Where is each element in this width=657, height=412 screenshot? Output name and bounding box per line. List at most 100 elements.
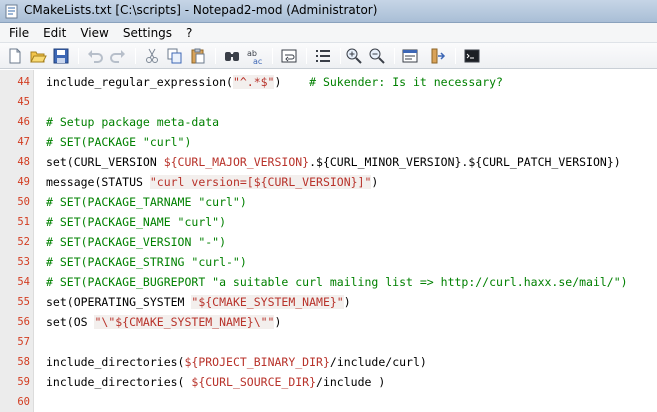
- toolbar: ab ac: [0, 43, 657, 69]
- menu-view[interactable]: View: [73, 24, 115, 42]
- zoom-in-icon[interactable]: [345, 47, 363, 65]
- code-line[interactable]: 52 # SET(PACKAGE_VERSION "-"): [0, 232, 657, 252]
- line-number: 53: [17, 256, 30, 268]
- zoom-out-icon[interactable]: [368, 47, 386, 65]
- code-token: # SET(PACKAGE_VERSION "-"): [46, 235, 227, 249]
- code-line[interactable]: 45: [0, 92, 657, 112]
- line-code: message(STATUS "curl version=[${CURL_VER…: [46, 172, 378, 192]
- paste-icon[interactable]: [189, 47, 207, 65]
- code-token: /include ): [316, 375, 386, 389]
- save-file-icon[interactable]: [52, 47, 70, 65]
- code-token: # SET(PACKAGE_TARNAME "curl"): [46, 195, 247, 209]
- line-number: 60: [17, 396, 30, 408]
- replace-icon[interactable]: ab ac: [246, 47, 264, 65]
- scheme-icon[interactable]: [401, 47, 419, 65]
- new-file-icon[interactable]: [6, 47, 24, 65]
- menu-help[interactable]: ?: [179, 24, 199, 42]
- find-icon[interactable]: [223, 47, 241, 65]
- code-line[interactable]: 48 set(CURL_VERSION ${CURL_MAJOR_VERSION}…: [0, 152, 657, 172]
- line-number: 50: [17, 196, 30, 208]
- code-editor[interactable]: 44 include_regular_expression("^.*$") # S…: [0, 70, 657, 412]
- code-token: # SET(PACKAGE_NAME "curl"): [46, 215, 227, 229]
- code-token: include_regular_expression(: [46, 75, 233, 89]
- line-code: # SET(PACKAGE "curl"): [46, 132, 191, 152]
- line-number: 58: [17, 356, 30, 368]
- code-token: ): [371, 175, 379, 189]
- line-code: include_directories(${PROJECT_BINARY_DIR…: [46, 352, 427, 372]
- line-number: 59: [17, 376, 30, 388]
- word-wrap-icon[interactable]: [280, 47, 298, 65]
- code-line[interactable]: 44 include_regular_expression("^.*$") # S…: [0, 72, 657, 92]
- line-code: # Setup package meta-data: [46, 112, 219, 132]
- code-line[interactable]: 54 # SET(PACKAGE_BUGREPORT "a suitable cu…: [0, 272, 657, 292]
- code-token: # Sukender: Is it necessary?: [309, 75, 503, 89]
- code-token: include_directories(: [46, 355, 185, 369]
- menu-edit[interactable]: Edit: [36, 24, 73, 42]
- code-line[interactable]: 49 message(STATUS "curl version=[${CURL_V…: [0, 172, 657, 192]
- line-code: set(OPERATING_SYSTEM "${CMAKE_SYSTEM_NAM…: [46, 292, 351, 312]
- code-token: ${CURL_SOURCE_DIR}: [191, 375, 317, 389]
- code-token: ${CURL_MAJOR_VERSION}: [163, 155, 310, 169]
- line-number: 47: [17, 136, 30, 148]
- code-line[interactable]: 57: [0, 332, 657, 352]
- title-bar[interactable]: CMakeLists.txt [C:\scripts] - Notepad2-m…: [0, 0, 657, 23]
- code-token: "${CMAKE_SYSTEM_NAME}": [191, 295, 344, 309]
- line-code: # SET(PACKAGE_BUGREPORT "a suitable curl…: [46, 272, 628, 292]
- line-number: 46: [17, 116, 30, 128]
- code-line[interactable]: 47 # SET(PACKAGE "curl"): [0, 132, 657, 152]
- copy-icon[interactable]: [166, 47, 184, 65]
- code-token: "\"${CMAKE_SYSTEM_NAME}\"": [94, 315, 275, 329]
- line-number: 56: [17, 316, 30, 328]
- go-to-line-icon[interactable]: [429, 47, 447, 65]
- code-token: .${CURL_MINOR_VERSION}.${CURL_PATCH_VERS…: [309, 155, 621, 169]
- code-line[interactable]: 53 # SET(PACKAGE_STRING "curl-"): [0, 252, 657, 272]
- open-file-icon[interactable]: [29, 47, 47, 65]
- code-token: /include/curl): [329, 355, 427, 369]
- code-line[interactable]: 59 include_directories( ${CURL_SOURCE_DIR…: [0, 372, 657, 392]
- line-code: # SET(PACKAGE_VERSION "-"): [46, 232, 226, 252]
- line-code: include_regular_expression("^.*$") # Suk…: [46, 72, 503, 92]
- cut-icon[interactable]: [143, 47, 161, 65]
- code-token: ): [274, 315, 282, 329]
- code-token: set(CURL_VERSION: [46, 155, 164, 169]
- line-number: 45: [17, 96, 30, 108]
- menu-file[interactable]: File: [2, 24, 36, 42]
- code-line[interactable]: 46 # Setup package meta-data: [0, 112, 657, 132]
- code-line[interactable]: 58 include_directories(${PROJECT_BINARY_D…: [0, 352, 657, 372]
- code-line[interactable]: 50 # SET(PACKAGE_TARNAME "curl"): [0, 192, 657, 212]
- line-number: 44: [17, 76, 30, 88]
- code-token: # Setup package meta-data: [46, 115, 220, 129]
- code-token: # SET(PACKAGE "curl"): [46, 135, 192, 149]
- menu-bar: File Edit View Settings ?: [0, 23, 657, 43]
- code-token: include_directories(: [46, 375, 192, 389]
- line-code: # SET(PACKAGE_TARNAME "curl"): [46, 192, 247, 212]
- line-number: 51: [17, 216, 30, 228]
- code-line[interactable]: 60: [0, 392, 657, 412]
- line-number: 52: [17, 236, 30, 248]
- code-token: ): [343, 295, 351, 309]
- line-numbers-icon[interactable]: [314, 47, 332, 65]
- code-token: set(OPERATING_SYSTEM: [46, 295, 192, 309]
- line-number: 49: [17, 176, 30, 188]
- line-number: 48: [17, 156, 30, 168]
- line-code: # SET(PACKAGE_STRING "curl-"): [46, 252, 247, 272]
- code-token: # SET(PACKAGE_BUGREPORT "a suitable curl…: [46, 275, 628, 289]
- window-title: CMakeLists.txt [C:\scripts] - Notepad2-m…: [24, 3, 378, 17]
- code-line[interactable]: 55 set(OPERATING_SYSTEM "${CMAKE_SYSTEM_N…: [0, 292, 657, 312]
- run-command-icon[interactable]: [463, 47, 481, 65]
- svg-text:ac: ac: [253, 57, 262, 65]
- line-number: 57: [17, 336, 30, 348]
- menu-settings[interactable]: Settings: [116, 24, 179, 42]
- code-token: ): [274, 75, 310, 89]
- line-code: set(CURL_VERSION ${CURL_MAJOR_VERSION}.$…: [46, 152, 621, 172]
- notepad-app-icon[interactable]: [4, 4, 19, 19]
- line-code: include_directories( ${CURL_SOURCE_DIR}/…: [46, 372, 385, 392]
- code-line[interactable]: 56 set(OS "\"${CMAKE_SYSTEM_NAME}\""): [0, 312, 657, 332]
- code-line[interactable]: 51 # SET(PACKAGE_NAME "curl"): [0, 212, 657, 232]
- undo-icon[interactable]: [86, 47, 104, 65]
- redo-icon[interactable]: [109, 47, 127, 65]
- line-code: # SET(PACKAGE_NAME "curl"): [46, 212, 226, 232]
- code-token: # SET(PACKAGE_STRING "curl-"): [46, 255, 247, 269]
- code-token: ${PROJECT_BINARY_DIR}: [184, 355, 330, 369]
- code-token: "curl version=[${CURL_VERSION}]": [149, 175, 372, 189]
